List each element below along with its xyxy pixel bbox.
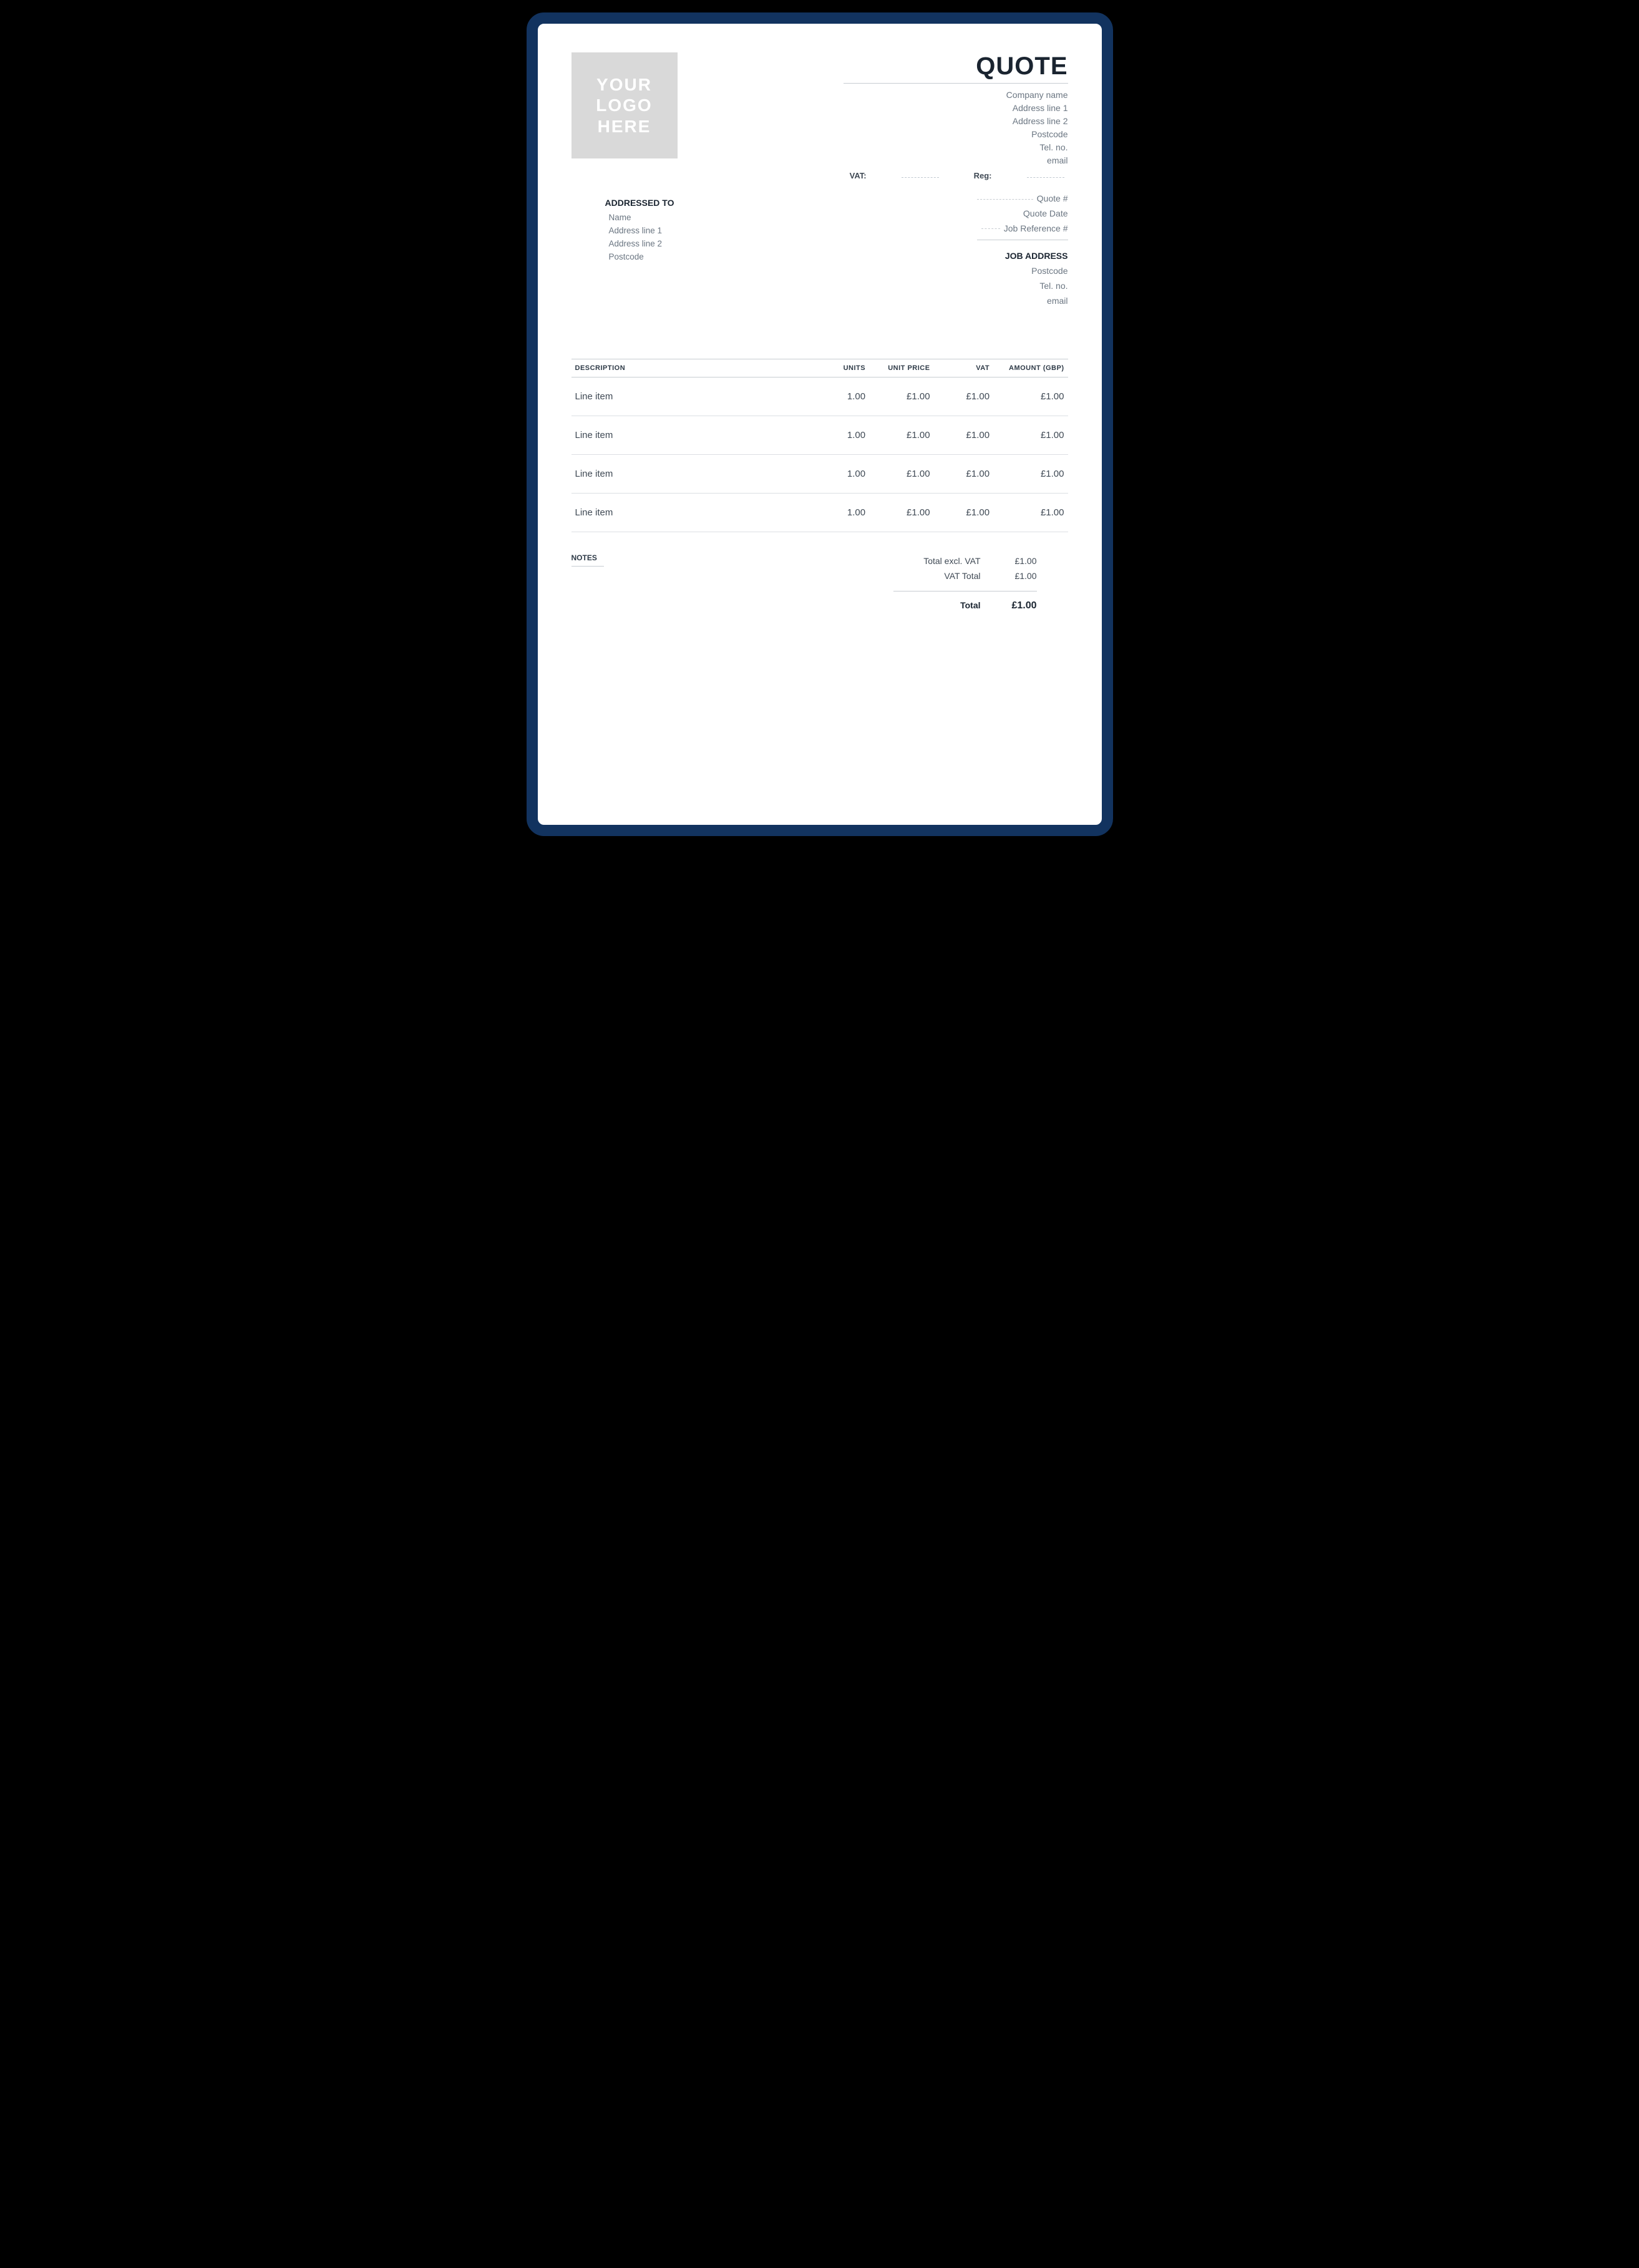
total-excl-vat-label: Total excl. VAT xyxy=(893,556,981,566)
notes-heading: NOTES xyxy=(571,553,604,562)
addressed-to-block: ADDRESSED TO Name Address line 1 Address… xyxy=(605,198,674,264)
recipient-address-line-2: Address line 2 xyxy=(609,238,674,251)
totals-block: Total excl. VAT £1.00 VAT Total £1.00 To… xyxy=(893,553,1068,614)
job-tel: Tel. no. xyxy=(977,279,1068,294)
logo-text-line3: HERE xyxy=(598,116,651,137)
quote-page: YOUR LOGO HERE QUOTE Company name Addres… xyxy=(527,12,1113,836)
item-description: Line item xyxy=(571,416,820,454)
quote-date-label: Quote Date xyxy=(1023,208,1068,218)
total-excl-vat-value: £1.00 xyxy=(999,556,1037,566)
company-address-line-1: Address line 1 xyxy=(844,102,1068,115)
notes-underline xyxy=(571,566,604,567)
document-title: QUOTE xyxy=(844,52,1068,80)
vat-total-value: £1.00 xyxy=(999,571,1037,581)
recipient-name: Name xyxy=(609,212,674,225)
item-unit-price: £1.00 xyxy=(869,454,933,493)
item-description: Line item xyxy=(571,454,820,493)
recipient-address-line-1: Address line 1 xyxy=(609,225,674,238)
reg-field-line xyxy=(1027,177,1064,180)
job-email: email xyxy=(977,294,1068,309)
vat-label: VAT: xyxy=(850,171,867,180)
item-vat: £1.00 xyxy=(934,377,994,416)
column-units: UNITS xyxy=(820,359,870,377)
item-units: 1.00 xyxy=(820,454,870,493)
title-rule xyxy=(844,83,1068,84)
logo-placeholder: YOUR LOGO HERE xyxy=(571,52,678,158)
item-description: Line item xyxy=(571,377,820,416)
item-units: 1.00 xyxy=(820,493,870,532)
logo-text-line2: LOGO xyxy=(596,95,652,116)
quote-number-label: Quote # xyxy=(1037,193,1068,203)
logo-text-line1: YOUR xyxy=(596,74,652,95)
item-units: 1.00 xyxy=(820,377,870,416)
item-vat: £1.00 xyxy=(934,493,994,532)
company-address-line-2: Address line 2 xyxy=(844,115,1068,128)
quote-meta-block: Quote # Quote Date Job Reference # JOB A… xyxy=(977,192,1068,309)
grand-total-label: Total xyxy=(893,600,981,611)
column-vat: VAT xyxy=(934,359,994,377)
grand-total-value: £1.00 xyxy=(999,600,1037,611)
column-description: DESCRIPTION xyxy=(571,359,820,377)
company-postcode: Postcode xyxy=(844,128,1068,141)
job-reference-label: Job Reference # xyxy=(1004,223,1068,233)
table-row: Line item1.00£1.00£1.00£1.00 xyxy=(571,377,1068,416)
item-unit-price: £1.00 xyxy=(869,416,933,454)
column-unit-price: UNIT PRICE xyxy=(869,359,933,377)
job-postcode: Postcode xyxy=(977,264,1068,279)
company-block: QUOTE Company name Address line 1 Addres… xyxy=(844,52,1068,180)
item-amount: £1.00 xyxy=(993,454,1068,493)
company-name: Company name xyxy=(844,89,1068,102)
item-unit-price: £1.00 xyxy=(869,493,933,532)
company-email: email xyxy=(844,154,1068,167)
column-amount: AMOUNT (GBP) xyxy=(993,359,1068,377)
line-items-table: DESCRIPTION UNITS UNIT PRICE VAT AMOUNT … xyxy=(571,359,1068,532)
table-row: Line item1.00£1.00£1.00£1.00 xyxy=(571,493,1068,532)
item-vat: £1.00 xyxy=(934,454,994,493)
company-tel: Tel. no. xyxy=(844,141,1068,154)
item-units: 1.00 xyxy=(820,416,870,454)
table-header-row: DESCRIPTION UNITS UNIT PRICE VAT AMOUNT … xyxy=(571,359,1068,377)
vat-field-line xyxy=(902,177,939,180)
item-amount: £1.00 xyxy=(993,493,1068,532)
vat-total-label: VAT Total xyxy=(893,571,981,581)
job-address-heading: JOB ADDRESS xyxy=(977,249,1068,264)
recipient-postcode: Postcode xyxy=(609,251,674,264)
item-unit-price: £1.00 xyxy=(869,377,933,416)
item-vat: £1.00 xyxy=(934,416,994,454)
addressed-to-heading: ADDRESSED TO xyxy=(605,198,674,208)
item-description: Line item xyxy=(571,493,820,532)
item-amount: £1.00 xyxy=(993,416,1068,454)
table-row: Line item1.00£1.00£1.00£1.00 xyxy=(571,416,1068,454)
table-row: Line item1.00£1.00£1.00£1.00 xyxy=(571,454,1068,493)
item-amount: £1.00 xyxy=(993,377,1068,416)
notes-block: NOTES xyxy=(571,553,604,567)
reg-label: Reg: xyxy=(974,171,992,180)
